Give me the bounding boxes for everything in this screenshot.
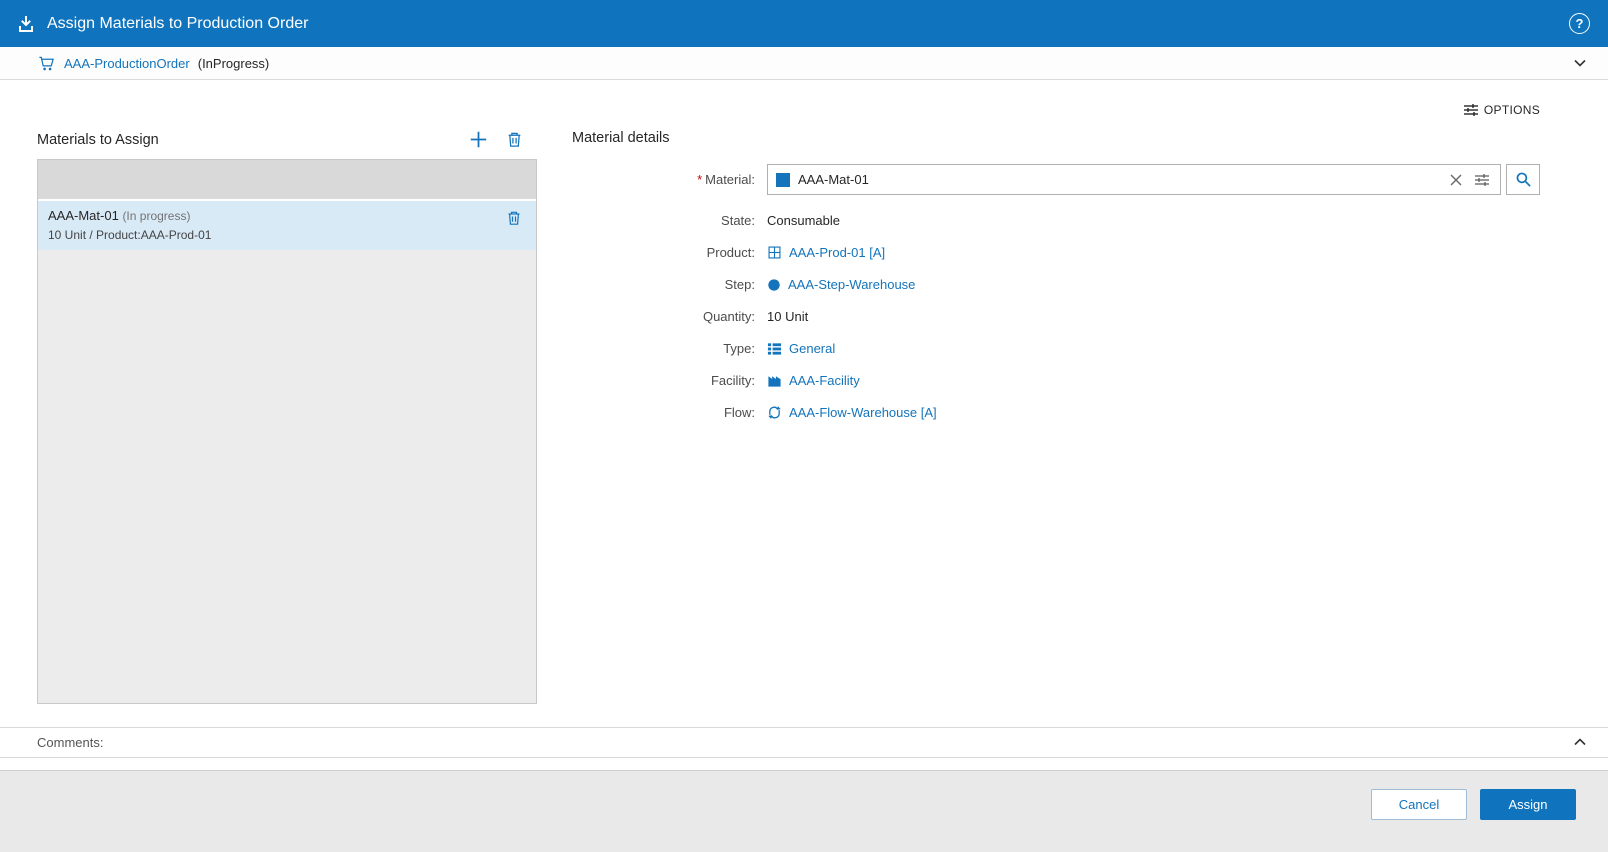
assign-materials-icon — [16, 14, 36, 34]
dialog-footer: Cancel Assign — [0, 769, 1608, 852]
chevron-up-icon[interactable] — [1572, 734, 1588, 750]
material-type-icon — [776, 172, 790, 187]
main-content: OPTIONS Materials to Assign AAA-Mat-01 (… — [0, 80, 1608, 727]
field-state: State: Consumable — [572, 209, 1540, 232]
order-context-bar: AAA-ProductionOrder (InProgress) — [0, 47, 1608, 80]
field-facility: Facility: AAA-Facility — [572, 369, 1540, 392]
step-icon — [767, 278, 781, 292]
quantity-label: Quantity: — [702, 309, 755, 324]
field-step: Step: AAA-Step-Warehouse — [572, 273, 1540, 296]
product-label: Product: — [706, 245, 755, 260]
required-marker: * — [697, 172, 703, 187]
step-label: Step: — [724, 277, 755, 292]
production-order-status: (InProgress) — [197, 55, 270, 71]
dialog-header: Assign Materials to Production Order ? — [0, 0, 1608, 47]
material-input[interactable] — [798, 172, 1442, 187]
material-details-panel: Material details * Material: AAA-Mat-01 … — [572, 130, 1540, 704]
assign-button[interactable]: Assign — [1480, 788, 1576, 820]
type-link[interactable]: General — [789, 341, 835, 356]
material-item-name: AAA-Mat-01 — [48, 208, 119, 223]
materials-list-header — [38, 160, 536, 201]
material-item-detail: 10 Unit / Product:AAA-Prod-01 — [48, 228, 212, 242]
delete-material-button[interactable] — [506, 131, 523, 148]
material-lookup-input-box — [767, 164, 1501, 195]
comments-section: Comments: — [0, 726, 1608, 758]
materials-list: AAA-Mat-01 (In progress) 10 Unit / Produ… — [37, 159, 537, 704]
options-sliders-icon — [1463, 102, 1479, 118]
type-label: Type: — [723, 341, 755, 356]
chevron-down-icon[interactable] — [1572, 55, 1588, 71]
facility-link[interactable]: AAA-Facility — [789, 373, 860, 388]
materials-panel-title: Materials to Assign — [37, 131, 159, 148]
material-label: Material: — [705, 172, 755, 187]
facility-label: Facility: — [710, 373, 755, 388]
flow-label: Flow: — [723, 405, 755, 420]
state-label: State: — [721, 213, 755, 228]
add-material-button[interactable] — [469, 130, 488, 149]
cart-icon — [38, 55, 55, 72]
field-type: Type: General — [572, 337, 1540, 360]
field-flow: Flow: AAA-Flow-Warehouse [A] — [572, 401, 1540, 424]
details-panel-title: Material details — [572, 130, 670, 146]
flow-icon — [767, 405, 782, 420]
type-list-icon — [767, 341, 782, 356]
facility-icon — [767, 373, 782, 388]
options-label: OPTIONS — [1483, 103, 1540, 117]
product-icon — [767, 245, 782, 260]
dialog-title: Assign Materials to Production Order — [47, 14, 309, 32]
footer-gap — [0, 757, 1608, 770]
materials-to-assign-panel: Materials to Assign AAA-Mat-01 (In progr… — [37, 130, 537, 704]
assign-materials-dialog: Assign Materials to Production Order ? A… — [0, 0, 1608, 852]
cancel-button[interactable]: Cancel — [1371, 788, 1467, 820]
help-icon[interactable]: ? — [1569, 13, 1590, 34]
options-button[interactable]: OPTIONS — [1463, 102, 1540, 118]
product-link[interactable]: AAA-Prod-01 [A] — [789, 245, 885, 260]
step-link[interactable]: AAA-Step-Warehouse — [788, 277, 915, 292]
quantity-value: 10 Unit — [767, 309, 809, 324]
material-list-item[interactable]: AAA-Mat-01 (In progress) 10 Unit / Produ… — [38, 201, 536, 250]
filter-settings-icon[interactable] — [1474, 172, 1490, 188]
comments-label: Comments: — [37, 734, 104, 750]
production-order-link[interactable]: AAA-ProductionOrder — [64, 56, 190, 71]
field-material: * Material: — [572, 164, 1540, 195]
field-quantity: Quantity: 10 Unit — [572, 305, 1540, 328]
row-delete-button[interactable] — [506, 210, 522, 226]
clear-icon[interactable] — [1450, 174, 1462, 186]
material-item-status: (In progress) — [122, 209, 191, 223]
field-product: Product: AAA-Prod-01 [A] — [572, 241, 1540, 264]
material-search-button[interactable] — [1506, 164, 1540, 195]
state-value: Consumable — [767, 213, 840, 228]
flow-link[interactable]: AAA-Flow-Warehouse [A] — [789, 405, 937, 420]
